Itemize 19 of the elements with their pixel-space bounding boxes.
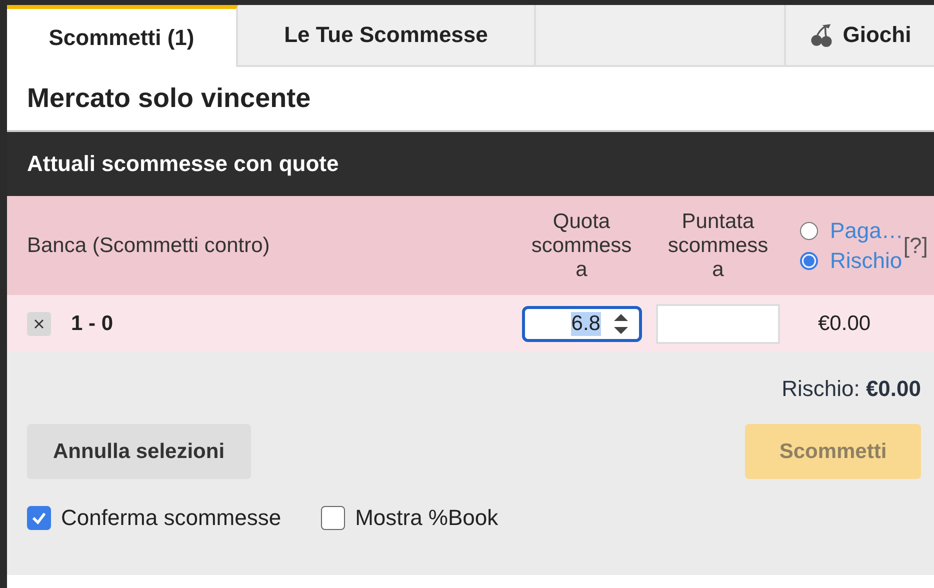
selection-name: 1 - 0 xyxy=(71,312,114,336)
column-header: Puntata scommess a xyxy=(666,210,770,282)
odds-field[interactable]: 6.8 xyxy=(522,306,642,342)
action-button[interactable]: Annulla selezioni xyxy=(27,424,251,479)
liability-value: €0.00 xyxy=(818,312,871,336)
market-title: Mercato solo vincente xyxy=(27,83,311,114)
checkbox-option[interactable]: Mostra %Book xyxy=(321,505,498,531)
help-link[interactable]: [?] xyxy=(903,232,928,258)
total-label: Rischio: xyxy=(782,376,860,401)
section-title: Attuali scommesse con quote xyxy=(27,151,339,177)
close-icon xyxy=(34,318,44,328)
tab[interactable]: Le Tue Scommesse xyxy=(238,5,536,67)
column-header: Quota scommess a xyxy=(530,210,633,282)
remove-button[interactable] xyxy=(27,312,51,336)
stake-field[interactable] xyxy=(656,304,780,344)
tab[interactable]: Scommetti (1) xyxy=(7,5,238,67)
column-header: Banca (Scommetti contro) xyxy=(26,234,271,258)
total-value: €0.00 xyxy=(866,376,921,401)
checkbox-option[interactable]: Conferma scommesse xyxy=(27,505,282,531)
